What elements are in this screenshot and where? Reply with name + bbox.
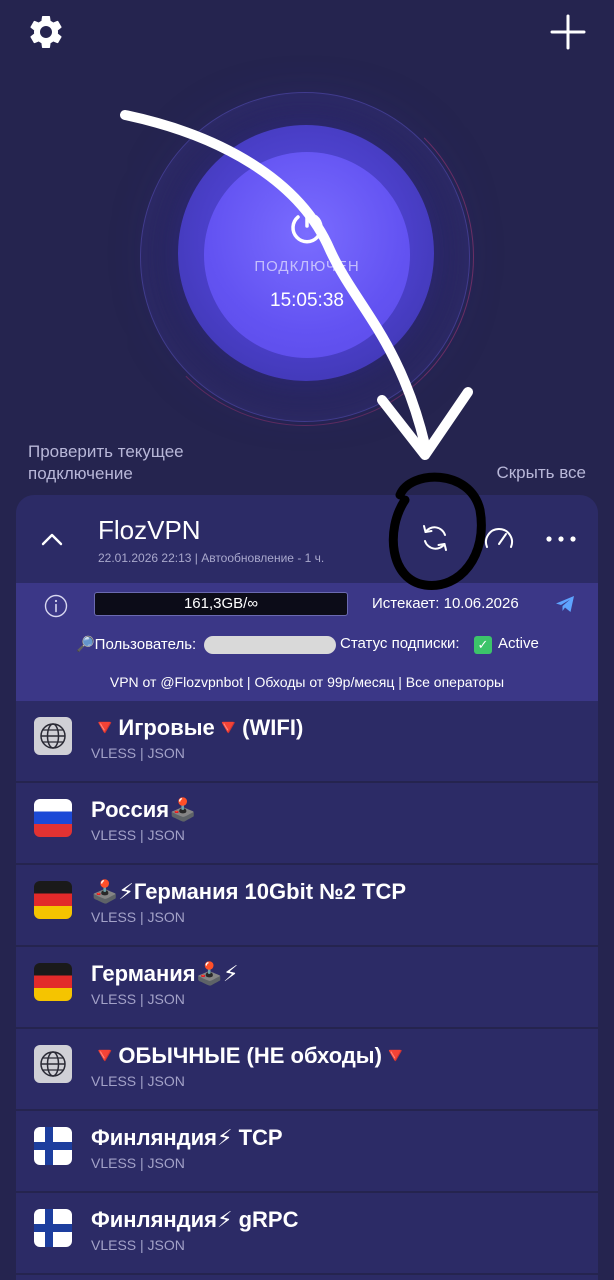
promo-text: VPN от @Flozvpnbot | Обходы от 99р/месяц…	[109, 674, 505, 690]
server-item[interactable]: Германия🕹️⚡ VLESS | JSON	[16, 947, 598, 1029]
server-name: 🔻ОБЫЧНЫЕ (НЕ обходы)🔻	[91, 1043, 410, 1068]
traffic-usage: 161,3GB/∞	[94, 592, 348, 616]
globe-icon	[34, 717, 72, 755]
globe-icon	[34, 1045, 72, 1083]
check-mark-icon: ✓	[474, 636, 492, 654]
hide-all-link[interactable]: Скрыть все	[496, 463, 586, 483]
more-options-icon[interactable]	[544, 527, 578, 551]
subscription-status-value: Active	[498, 635, 539, 652]
redacted-username	[204, 636, 336, 654]
user-row: 🔎Пользователь: Статус подписки: ✓ Active	[76, 635, 596, 659]
subscription-card: FlozVPN 22.01.2026 22:13 | Автообновлени…	[16, 495, 598, 1280]
germany-flag-icon	[34, 881, 72, 919]
server-name: Финляндия⚡ gRPC	[91, 1207, 299, 1232]
server-list: 🔻Игровые🔻(WIFI) VLESS | JSON Россия🕹️ VL…	[16, 701, 598, 1275]
power-icon[interactable]	[285, 205, 329, 249]
gear-icon[interactable]	[26, 12, 66, 52]
finland-flag-icon	[34, 1209, 72, 1247]
server-protocol: VLESS | JSON	[91, 1237, 185, 1253]
info-icon[interactable]	[44, 594, 68, 618]
server-name: Германия🕹️⚡	[91, 961, 239, 986]
server-protocol: VLESS | JSON	[91, 745, 185, 761]
server-protocol: VLESS | JSON	[91, 909, 185, 925]
plus-icon[interactable]	[548, 12, 588, 52]
server-item[interactable]: 🔻Игровые🔻(WIFI) VLESS | JSON	[16, 701, 598, 783]
user-label: 🔎Пользователь:	[76, 636, 197, 653]
connection-status: ПОДКЛЮЧЕН	[254, 258, 360, 275]
subscription-header: FlozVPN 22.01.2026 22:13 | Автообновлени…	[16, 495, 598, 583]
server-name: 🔻Игровые🔻(WIFI)	[91, 715, 304, 740]
server-item[interactable]: Финляндия⚡ TCP VLESS | JSON	[16, 1111, 598, 1193]
server-name: Россия🕹️	[91, 797, 197, 822]
subscription-meta: 22.01.2026 22:13 | Автообновление - 1 ч.	[98, 551, 325, 565]
finland-flag-icon	[34, 1127, 72, 1165]
subscription-status-label: Статус подписки:	[340, 635, 460, 652]
subscription-name: FlozVPN	[98, 515, 201, 545]
connect-button[interactable]	[204, 152, 410, 358]
server-name: Финляндия⚡ TCP	[91, 1125, 283, 1150]
germany-flag-icon	[34, 963, 72, 1001]
telegram-icon[interactable]	[554, 593, 576, 615]
russia-flag-icon	[34, 799, 72, 837]
server-protocol: VLESS | JSON	[91, 827, 185, 843]
connection-timer: 15:05:38	[270, 290, 344, 311]
server-name: 🕹️⚡Германия 10Gbit №2 TCP	[91, 879, 407, 904]
check-connection-link[interactable]: Проверить текущее подключение	[28, 441, 248, 485]
server-protocol: VLESS | JSON	[91, 991, 185, 1007]
server-item[interactable]: 🕹️⚡Германия 10Gbit №2 TCP VLESS | JSON	[16, 865, 598, 947]
refresh-icon[interactable]	[418, 521, 452, 555]
expiry-date: Истекает: 10.06.2026	[372, 595, 519, 612]
server-item[interactable]: Финляндия⚡ gRPC VLESS | JSON	[16, 1193, 598, 1275]
chevron-up-icon[interactable]	[38, 525, 66, 553]
server-item[interactable]: 🔻ОБЫЧНЫЕ (НЕ обходы)🔻 VLESS | JSON	[16, 1029, 598, 1111]
server-item[interactable]: Россия🕹️ VLESS | JSON	[16, 783, 598, 865]
connect-area: ПОДКЛЮЧЕН 15:05:38	[0, 60, 614, 480]
server-protocol: VLESS | JSON	[91, 1155, 185, 1171]
speedometer-icon[interactable]	[482, 523, 516, 557]
subscription-info-panel: 161,3GB/∞ Истекает: 10.06.2026 🔎Пользова…	[16, 583, 598, 701]
server-protocol: VLESS | JSON	[91, 1073, 185, 1089]
